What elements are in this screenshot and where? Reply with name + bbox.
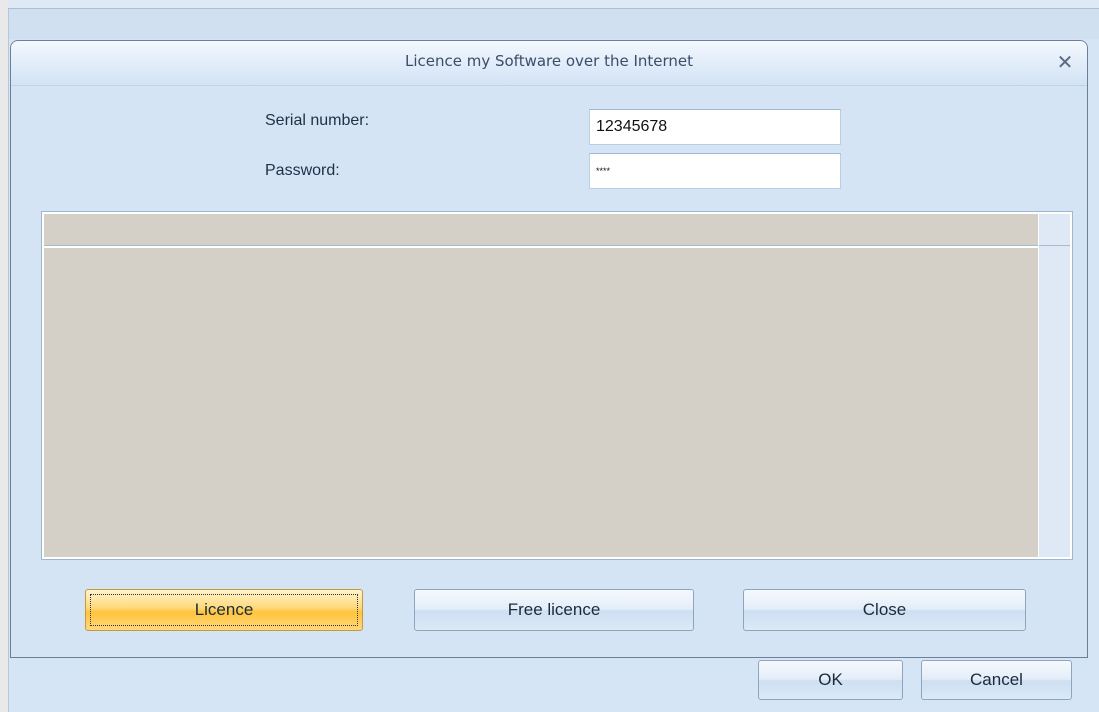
password-input[interactable]: [589, 153, 841, 189]
parent-window-top-edge: [8, 0, 1099, 9]
serial-number-label: Serial number:: [265, 112, 370, 129]
dialog-title: Licence my Software over the Internet: [404, 52, 694, 70]
cancel-button[interactable]: Cancel: [921, 660, 1072, 700]
dialog-title-bar[interactable]: Licence my Software over the Internet ✕: [11, 41, 1087, 86]
output-panel-scrollbar[interactable]: [1039, 214, 1070, 557]
free-licence-button[interactable]: Free licence: [414, 589, 694, 631]
licence-button-label: Licence: [194, 600, 254, 619]
licence-dialog: Licence my Software over the Internet ✕ …: [10, 40, 1088, 658]
output-panel-header: [44, 214, 1038, 246]
close-button[interactable]: Close: [743, 589, 1026, 631]
parent-window-band: [9, 9, 1099, 39]
password-label: Password:: [265, 162, 340, 179]
output-panel-scrollbar-divider: [1039, 245, 1070, 246]
output-panel-body: [44, 248, 1038, 557]
ok-button[interactable]: OK: [758, 660, 903, 700]
output-panel: [41, 211, 1073, 560]
serial-number-input[interactable]: [589, 109, 841, 145]
parent-window-left-edge: [0, 0, 9, 712]
licence-button[interactable]: Licence: [85, 589, 363, 631]
close-icon[interactable]: ✕: [1053, 50, 1077, 74]
parent-window: Licence my Software over the Internet ✕ …: [0, 0, 1099, 712]
